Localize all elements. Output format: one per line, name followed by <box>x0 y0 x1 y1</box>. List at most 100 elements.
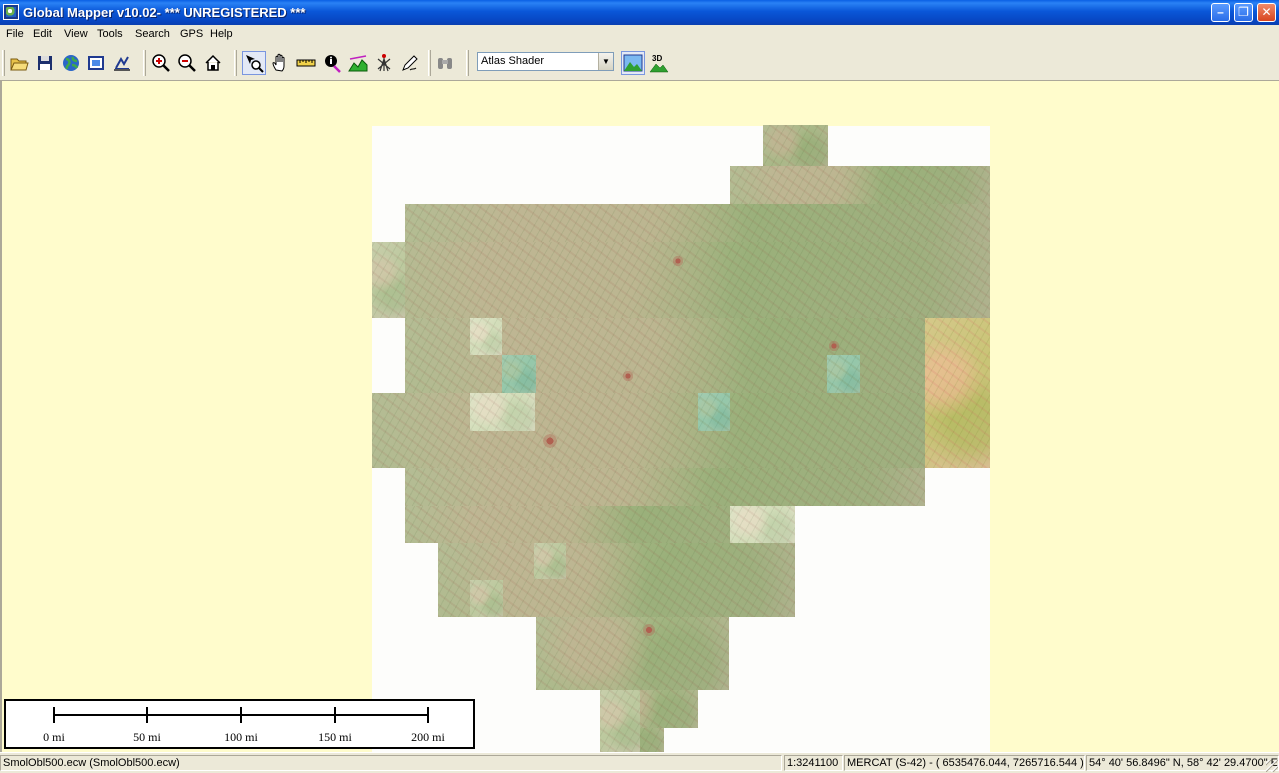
map-town-marker <box>828 340 840 352</box>
map-tile <box>470 318 502 355</box>
path-profile-button[interactable] <box>346 51 370 75</box>
status-projection-coordinates: MERCAT (S-42) - ( 6535476.044, 7265716.5… <box>844 755 1085 771</box>
map-tile <box>372 242 990 318</box>
map-tile <box>600 690 640 752</box>
chevron-down-icon[interactable]: ▼ <box>598 53 613 70</box>
status-bar: SmolObl500.ecw (SmolObl500.ecw) 1:324110… <box>0 752 1279 773</box>
main-toolbar: 3D <box>0 44 1279 81</box>
menu-gps[interactable]: GPS <box>180 28 203 40</box>
map-tile <box>730 506 795 543</box>
map-tile <box>502 355 536 393</box>
map-tile <box>827 355 860 393</box>
feature-info-icon <box>325 55 341 73</box>
map-tile <box>534 543 566 579</box>
3d-view-button[interactable]: 3D <box>647 51 671 75</box>
shaded-relief-button[interactable] <box>621 51 645 75</box>
menu-view[interactable]: View <box>64 28 88 40</box>
scale-label: 150 mi <box>318 730 352 744</box>
3d-label: 3D <box>652 54 662 63</box>
download-online-data-button[interactable] <box>59 51 83 75</box>
path-profile-icon <box>348 55 368 72</box>
map-tile <box>730 166 990 204</box>
status-scale: 1:3241100 <box>784 755 843 771</box>
toolbar-grip[interactable] <box>2 50 5 76</box>
map-tile <box>925 318 990 468</box>
shader-select-value: Atlas Shader <box>481 55 544 67</box>
menu-bar: File Edit View Tools Search GPS Help <box>0 25 1279 44</box>
map-catalog-icon <box>88 56 104 70</box>
open-icon <box>10 58 29 71</box>
zoom-in-button[interactable] <box>149 51 173 75</box>
zoom-in-icon <box>152 54 170 72</box>
map-tile <box>372 242 405 318</box>
map-catalog-button[interactable] <box>84 51 108 75</box>
open-button[interactable] <box>7 51 31 75</box>
close-button[interactable]: ✕ <box>1257 3 1276 22</box>
scale-tick <box>334 707 336 723</box>
binoculars-icon <box>438 58 452 69</box>
scale-tick <box>146 707 148 723</box>
digitizer-icon <box>402 55 418 71</box>
scale-label: 200 mi <box>411 730 445 744</box>
map-town-marker <box>642 623 656 637</box>
zoom-tool-button[interactable] <box>242 51 266 75</box>
map-view[interactable]: 0 mi 50 mi 100 mi 150 mi 200 mi <box>0 81 1279 752</box>
map-tile <box>763 125 828 166</box>
scale-bar: 0 mi 50 mi 100 mi 150 mi 200 mi <box>4 699 475 749</box>
zoom-tool-icon <box>246 55 264 73</box>
scale-tick <box>427 707 429 723</box>
toolbar-separator <box>143 50 146 76</box>
configure-button[interactable] <box>110 51 134 75</box>
map-town-marker <box>542 433 558 449</box>
digitizer-button[interactable] <box>398 51 422 75</box>
scale-label: 50 mi <box>133 730 161 744</box>
map-tile <box>372 393 990 468</box>
zoom-out-button[interactable] <box>175 51 199 75</box>
measure-ruler-icon <box>296 59 316 67</box>
shaded-relief-icon <box>623 54 643 72</box>
resize-grip[interactable] <box>1266 760 1278 772</box>
scale-label: 0 mi <box>43 730 65 744</box>
scale-tick <box>240 707 242 723</box>
feature-info-button[interactable] <box>320 51 344 75</box>
menu-help[interactable]: Help <box>210 28 233 40</box>
map-tile <box>405 204 990 242</box>
window-title: Global Mapper v10.02- *** UNREGISTERED *… <box>23 5 306 20</box>
map-tile <box>405 468 925 506</box>
scale-label: 100 mi <box>224 730 258 744</box>
map-tile <box>470 393 535 431</box>
3d-view-icon: 3D <box>649 54 669 73</box>
globe-download-icon <box>63 55 79 71</box>
map-town-marker <box>622 370 634 382</box>
menu-edit[interactable]: Edit <box>33 28 52 40</box>
view-shed-icon <box>377 54 391 72</box>
pan-tool-button[interactable] <box>268 51 292 75</box>
save-button[interactable] <box>33 51 57 75</box>
status-lat-lon: 54° 40' 56.8496" N, 58° 42' 29.4700" E <box>1086 755 1279 771</box>
map-tile <box>470 580 503 617</box>
configure-icon <box>114 56 130 71</box>
save-icon <box>38 56 52 70</box>
shader-select[interactable]: Atlas Shader ▼ <box>477 52 614 71</box>
search-button[interactable] <box>433 51 457 75</box>
map-raster-tiles <box>372 125 990 752</box>
menu-search[interactable]: Search <box>135 28 170 40</box>
map-tile <box>536 617 729 690</box>
global-mapper-app-icon[interactable] <box>3 4 19 20</box>
menu-tools[interactable]: Tools <box>97 28 123 40</box>
measure-tool-button[interactable] <box>294 51 318 75</box>
menu-file[interactable]: File <box>6 28 24 40</box>
view-shed-button[interactable] <box>372 51 396 75</box>
status-file-name: SmolObl500.ecw (SmolObl500.ecw) <box>0 755 782 771</box>
title-bar[interactable]: Global Mapper v10.02- *** UNREGISTERED *… <box>0 0 1279 25</box>
full-view-button[interactable] <box>201 51 225 75</box>
home-icon <box>205 54 221 71</box>
toolbar-separator <box>234 50 237 76</box>
map-tile <box>698 393 730 431</box>
map-town-marker <box>672 255 684 267</box>
toolbar-separator <box>428 50 431 76</box>
scale-tick <box>53 707 55 723</box>
restore-button[interactable]: ❐ <box>1234 3 1253 22</box>
minimize-button[interactable]: – <box>1211 3 1230 22</box>
pan-hand-icon <box>272 53 285 72</box>
